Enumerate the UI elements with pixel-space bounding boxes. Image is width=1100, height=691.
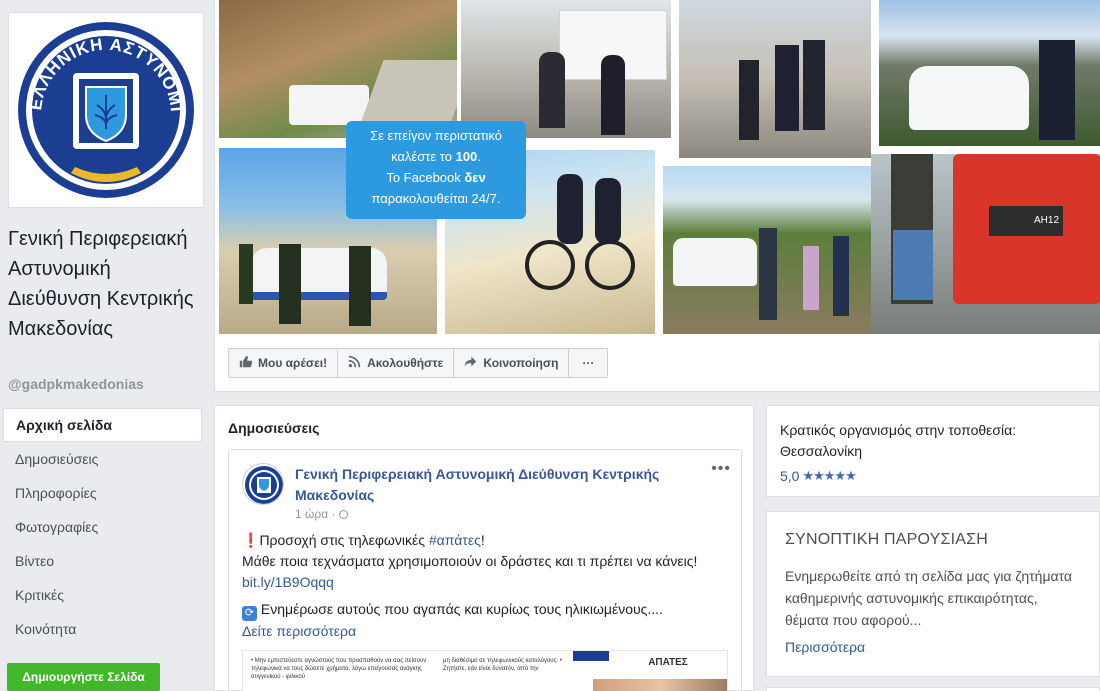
cover-tile-castle	[663, 166, 873, 334]
about-text: Ενημερωθείτε από τη σελίδα μας για ζητήμ…	[785, 568, 1073, 628]
page-category[interactable]: Κρατικός οργανισμός στην τοποθεσία: Θεσσ…	[780, 420, 1080, 462]
cover-tile-cave	[219, 0, 457, 138]
star-rating-icon: ★★★★★	[802, 468, 856, 483]
follow-label: Ακολουθήστε	[367, 356, 444, 370]
police-emblem-icon: ΕΛΛΗΝΙΚΗ ΑΣΤΥΝΟΜΙΑ	[11, 15, 194, 198]
page-logo[interactable]: ΕΛΛΗΝΙΚΗ ΑΣΤΥΝΟΜΙΑ	[8, 12, 204, 208]
create-page-button[interactable]: Δημιουργήστε Σελίδα	[7, 663, 160, 691]
truck-plate: ΑΗ12	[989, 206, 1063, 236]
globe-icon	[338, 510, 348, 519]
page-actions: Μου αρέσει! Ακολουθήστε Κοινοποίηση ···	[228, 348, 609, 378]
rss-icon	[348, 355, 361, 371]
page-title[interactable]: Γενική Περιφερειακή Αστυνομική Διεύθυνση…	[8, 224, 208, 344]
post-line-1-suffix: !	[480, 532, 485, 548]
cover-photo[interactable]: ΑΗ12 Σε επείγον περιστατικό καλέστε το 1…	[215, 0, 1100, 340]
notice-line-1: Σε επείγον περιστατικό	[370, 128, 502, 143]
share-label: Κοινοποίηση	[483, 356, 559, 370]
notice-emphasis: δεν	[464, 170, 486, 185]
follow-button[interactable]: Ακολουθήστε	[337, 348, 455, 378]
cover-tile-checkpoint	[461, 0, 671, 138]
post-text: ❗Προσοχή στις τηλεφωνικές #απάτες! Μάθε …	[242, 530, 732, 642]
share-arrow-icon	[464, 355, 477, 371]
post-card: Γενική Περιφερειακή Αστυνομική Διεύθυνση…	[228, 449, 742, 691]
emergency-number: 100	[455, 149, 478, 164]
post-author-avatar[interactable]	[242, 463, 284, 505]
cover-tile-street	[679, 0, 871, 158]
like-label: Μου αρέσει!	[258, 356, 328, 370]
next-card	[766, 687, 1100, 691]
see-more-link[interactable]: Δείτε περισσότερα	[242, 621, 732, 642]
notice-line-2: καλέστε το	[391, 149, 452, 164]
nav-about[interactable]: Πληροφορίες	[3, 476, 202, 510]
about-card: ΣΥΝΟΠΤΙΚΗ ΠΑΡΟΥΣΙΑΣΗ Ενημερωθείτε από τη…	[766, 511, 1100, 677]
thumbs-up-icon	[239, 355, 253, 371]
cover-tile-mountain	[879, 0, 1100, 146]
post-time-text: 1 ώρα ·	[295, 507, 339, 521]
rating-value: 5,0	[780, 468, 800, 484]
refresh-icon: ⟳	[242, 606, 257, 621]
more-options-button[interactable]: ···	[568, 348, 609, 378]
page-nav: Αρχική σελίδα Δημοσιεύσεις Πληροφορίες Φ…	[0, 408, 210, 646]
post-options-icon[interactable]: •••	[711, 460, 731, 478]
emergency-notice: Σε επείγον περιστατικό καλέστε το 100. Τ…	[346, 121, 526, 219]
page-info-card: Κρατικός οργανισμός στην τοποθεσία: Θεσσ…	[766, 405, 1100, 497]
hashtag-link[interactable]: #απάτες	[429, 532, 481, 548]
nav-reviews[interactable]: Κριτικές	[3, 578, 202, 612]
like-button[interactable]: Μου αρέσει!	[228, 348, 339, 378]
page-username[interactable]: @gadpkmakedonias	[8, 376, 144, 392]
post-line-1: Προσοχή στις τηλεφωνικές	[259, 532, 429, 548]
notice-line-3: Το Facebook	[386, 170, 461, 185]
page-rating[interactable]: 5,0 ★★★★★	[780, 468, 857, 484]
post-timestamp[interactable]: 1 ώρα ·	[295, 507, 348, 521]
nav-photos[interactable]: Φωτογραφίες	[3, 510, 202, 544]
about-more-link[interactable]: Περισσότερα	[785, 639, 865, 655]
notice-line-4: παρακολουθείται 24/7.	[371, 191, 501, 206]
post-short-link[interactable]: bit.ly/1B9Oqqq	[242, 574, 334, 590]
share-button[interactable]: Κοινοποίηση	[453, 348, 570, 378]
post-line-2: Μάθε ποια τεχνάσματα χρησιμοποιούν οι δρ…	[242, 553, 698, 569]
post-image-text-2: μη διαθέσιμο σε τηλεφωνικούς καταλόγους.…	[443, 658, 562, 672]
posts-section: Δημοσιεύσεις Γενική Περιφερειακή Αστυνομ…	[214, 405, 754, 691]
more-dots-icon: ···	[582, 356, 595, 370]
cover-section: ΑΗ12 Σε επείγον περιστατικό καλέστε το 1…	[214, 0, 1100, 392]
post-image-heading: ΑΠΑΤΕΣ	[648, 657, 688, 668]
about-heading: ΣΥΝΟΠΤΙΚΗ ΠΑΡΟΥΣΙΑΣΗ	[785, 531, 988, 548]
exclamation-icon: ❗	[242, 532, 260, 548]
post-line-3: Ενημέρωσε αυτούς που αγαπάς και κυρίως τ…	[257, 601, 663, 617]
post-image-text-1: • Μην εμπιστεύεστε αγνώστους που προσπαθ…	[251, 658, 427, 680]
police-emblem-icon	[245, 466, 283, 504]
post-image[interactable]: • Μην εμπιστεύεστε αγνώστους που προσπαθ…	[242, 650, 728, 691]
posts-header[interactable]: Δημοσιεύσεις	[228, 420, 319, 436]
cover-tile-truck: ΑΗ12	[871, 154, 1100, 334]
nav-videos[interactable]: Βίντεο	[3, 544, 202, 578]
nav-home[interactable]: Αρχική σελίδα	[3, 408, 202, 442]
nav-community[interactable]: Κοινότητα	[3, 612, 202, 646]
nav-posts[interactable]: Δημοσιεύσεις	[3, 442, 202, 476]
post-author-name[interactable]: Γενική Περιφερειακή Αστυνομική Διεύθυνση…	[295, 464, 705, 506]
